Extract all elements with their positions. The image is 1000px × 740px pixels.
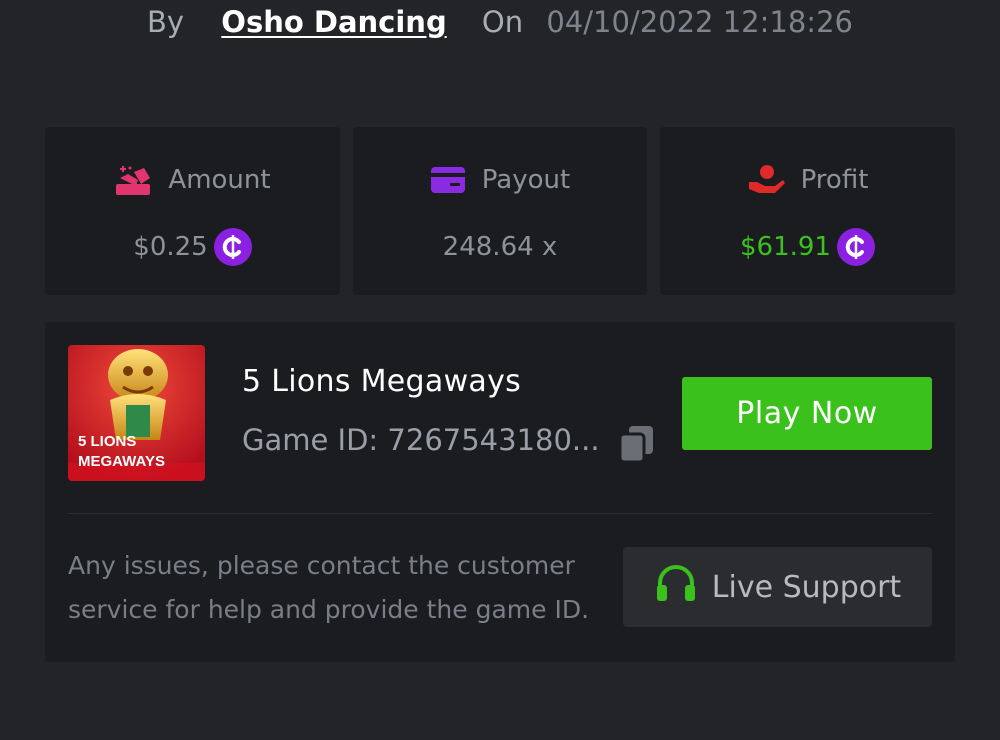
- game-panel: 5 LIONS MEGAWAYS 5 Lions Megaways Game I…: [45, 322, 955, 662]
- bet-detail-page: By Osho Dancing On 04/10/2022 12:18:26 A…: [0, 0, 1000, 740]
- coin-icon: [836, 228, 875, 266]
- game-thumbnail[interactable]: 5 LIONS MEGAWAYS: [68, 345, 205, 481]
- hand-profit-icon: [747, 164, 785, 196]
- profit-card: Profit $61.91: [660, 127, 955, 295]
- profit-value: $61.91: [740, 232, 831, 262]
- payout-value: 248.64 x: [442, 232, 558, 262]
- profit-label: Profit: [800, 165, 869, 195]
- amount-card: Amount $0.25: [45, 127, 340, 295]
- headset-icon: [654, 563, 698, 611]
- by-label: By: [147, 5, 185, 39]
- payout-label: Payout: [481, 165, 571, 195]
- coin-icon: [213, 228, 252, 266]
- amount-title: Amount: [45, 163, 340, 197]
- play-now-button[interactable]: Play Now: [682, 377, 932, 450]
- profit-value-row: $61.91: [660, 228, 955, 266]
- coins-hand-icon: [114, 164, 152, 196]
- copy-icon[interactable]: [618, 424, 656, 464]
- on-label: On: [481, 5, 524, 39]
- live-support-button[interactable]: Live Support: [623, 547, 932, 627]
- byline: By Osho Dancing On 04/10/2022 12:18:26: [0, 2, 1000, 42]
- payout-value-row: 248.64 x: [353, 228, 647, 266]
- game-id: Game ID: 7267543180...: [242, 423, 600, 457]
- game-title[interactable]: 5 Lions Megaways: [242, 364, 521, 399]
- thumb-title-line2: MEGAWAYS: [78, 453, 165, 470]
- help-text: Any issues, please contact the customer …: [68, 551, 590, 624]
- payout-title: Payout: [353, 163, 647, 197]
- amount-label: Amount: [168, 165, 271, 195]
- thumb-title-line1: 5 LIONS: [78, 433, 136, 450]
- credit-card-icon: [430, 166, 466, 194]
- amount-value: $0.25: [133, 232, 208, 262]
- payout-card: Payout 248.64 x: [353, 127, 647, 295]
- profit-title: Profit: [660, 163, 955, 197]
- live-support-label: Live Support: [711, 569, 902, 605]
- amount-value-row: $0.25: [45, 228, 340, 266]
- author-link[interactable]: Osho Dancing: [221, 5, 446, 39]
- divider: [68, 513, 932, 514]
- timestamp: 04/10/2022 12:18:26: [546, 5, 853, 39]
